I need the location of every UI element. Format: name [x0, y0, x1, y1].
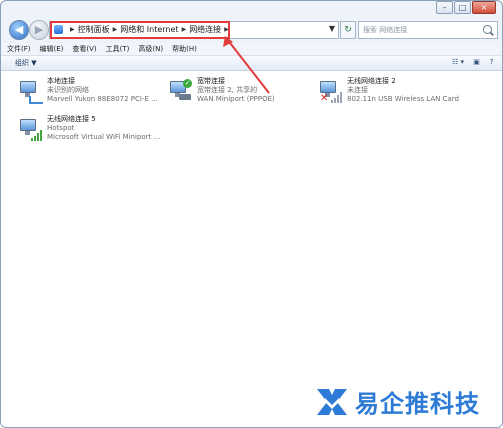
- connection-name: 宽带连接: [197, 77, 225, 85]
- connection-status: 未连接: [347, 86, 368, 94]
- connections-list: 本地连接 未识别的网络 Marvell Yukon 88E8072 PCI-E …: [1, 71, 502, 427]
- menu-help[interactable]: 帮助(H): [172, 43, 197, 55]
- breadcrumb-network-internet[interactable]: 网络和 Internet: [120, 24, 178, 35]
- breadcrumb-separator[interactable]: ▶: [113, 26, 118, 33]
- wireless-network-icon: [19, 117, 43, 141]
- connection-name: 无线网络连接 2: [347, 77, 396, 85]
- wired-network-icon: [19, 79, 43, 104]
- help-icon[interactable]: ?: [487, 58, 496, 67]
- watermark-logo: 易企推科技: [315, 384, 480, 419]
- organize-button[interactable]: 组织 ▼: [15, 58, 37, 68]
- connected-check-icon: ✓: [183, 79, 192, 88]
- refresh-button[interactable]: ↻: [340, 21, 356, 39]
- network-connections-window: – □ × ◀ ▶ ▶ 控制面板 ▶ 网络和 Internet ▶ 网络连接 ▶…: [0, 0, 503, 428]
- watermark-text: 易企推科技: [355, 389, 480, 418]
- forward-button[interactable]: ▶: [29, 20, 49, 40]
- menu-view[interactable]: 查看(V): [72, 43, 96, 55]
- control-panel-icon: [54, 25, 63, 34]
- search-input[interactable]: 搜索 网络连接: [358, 21, 498, 39]
- menu-tools[interactable]: 工具(T): [106, 43, 130, 55]
- search-placeholder: 搜索 网络连接: [363, 26, 408, 34]
- menu-edit[interactable]: 编辑(E): [40, 43, 64, 55]
- connection-device: Microsoft Virtual WiFi Miniport ...: [47, 133, 161, 141]
- change-view-icon[interactable]: ☷ ▾: [450, 58, 466, 67]
- breadcrumb-separator[interactable]: ▶: [182, 26, 187, 33]
- menu-bar: 文件(F) 编辑(E) 查看(V) 工具(T) 高级(N) 帮助(H): [1, 43, 502, 56]
- disconnected-x-icon: ✕: [320, 93, 329, 104]
- navigation-bar: ◀ ▶ ▶ 控制面板 ▶ 网络和 Internet ▶ 网络连接 ▶ ▼ ↻ 搜…: [1, 17, 502, 43]
- connection-status: Hotspot: [47, 124, 75, 132]
- connection-device: WAN Miniport (PPPOE): [197, 95, 275, 103]
- menu-file[interactable]: 文件(F): [7, 43, 31, 55]
- connection-name: 无线网络连接 5: [47, 115, 96, 123]
- brand-logo-icon: [317, 388, 347, 415]
- window-controls: – □ ×: [436, 1, 496, 14]
- address-dropdown-icon[interactable]: ▼: [329, 24, 335, 33]
- back-button[interactable]: ◀: [9, 20, 29, 40]
- search-icon[interactable]: [483, 25, 492, 34]
- broadband-network-icon: ✓: [169, 79, 193, 103]
- maximize-button[interactable]: □: [454, 1, 471, 14]
- breadcrumb: ▶ 控制面板 ▶ 网络和 Internet ▶ 网络连接 ▶: [54, 24, 232, 35]
- toolbar-right: ☷ ▾ ▣ ?: [450, 58, 496, 67]
- breadcrumb-separator[interactable]: ▶: [70, 26, 75, 33]
- connection-name: 本地连接: [47, 77, 75, 85]
- wireless-disconnected-icon: ✕: [319, 79, 343, 104]
- minimize-button[interactable]: –: [436, 1, 453, 14]
- command-toolbar: 组织 ▼ ☷ ▾ ▣ ?: [1, 56, 502, 71]
- breadcrumb-control-panel[interactable]: 控制面板: [78, 24, 110, 35]
- breadcrumb-network-connections[interactable]: 网络连接: [189, 24, 221, 35]
- connection-device: Marvell Yukon 88E8072 PCI-E ...: [47, 95, 158, 103]
- connection-device: 802.11n USB Wireless LAN Card: [347, 95, 459, 103]
- connection-status: 宽带连接 2, 共享的: [197, 86, 258, 94]
- menu-advanced[interactable]: 高级(N): [138, 43, 163, 55]
- connection-status: 未识别的网络: [47, 86, 89, 94]
- address-bar[interactable]: ▶ 控制面板 ▶ 网络和 Internet ▶ 网络连接 ▶ ▼: [49, 21, 339, 39]
- preview-pane-icon[interactable]: ▣: [472, 58, 481, 67]
- close-button[interactable]: ×: [472, 1, 496, 14]
- breadcrumb-separator[interactable]: ▶: [224, 26, 229, 33]
- title-bar: – □ ×: [1, 1, 502, 17]
